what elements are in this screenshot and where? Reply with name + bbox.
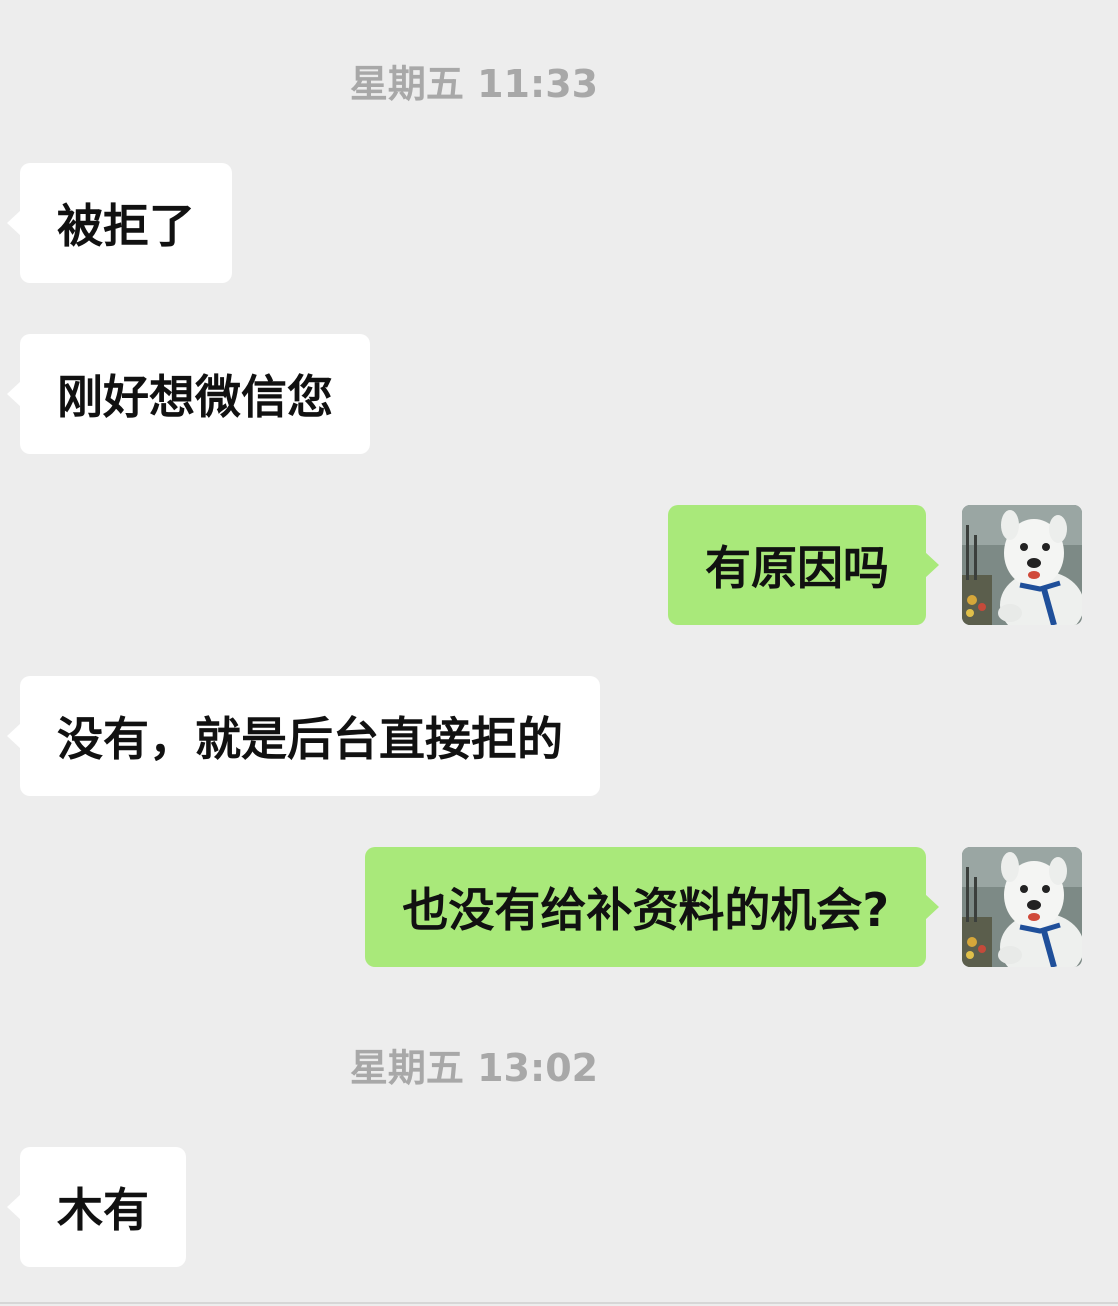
- timestamp: 星期五 11:33: [349, 62, 599, 106]
- incoming-message-bubble[interactable]: 木有: [7, 1147, 186, 1267]
- input-bar-divider: [0, 1302, 1118, 1304]
- chat-message-area[interactable]: 星期五 11:33 被拒了 刚好想微信您 有原因吗 没有，就是后台直接拒的 也没…: [0, 0, 1118, 1306]
- incoming-message-bubble[interactable]: 刚好想微信您: [7, 334, 370, 454]
- avatar[interactable]: [962, 847, 1082, 967]
- cartoon-dog-mascot-icon: [962, 505, 1082, 625]
- incoming-message-bubble[interactable]: 没有，就是后台直接拒的: [7, 676, 600, 796]
- outgoing-message-bubble[interactable]: 也没有给补资料的机会?: [365, 847, 939, 967]
- avatar[interactable]: [962, 505, 1082, 625]
- timestamp: 星期五 13:02: [349, 1046, 599, 1090]
- cartoon-dog-mascot-icon: [962, 847, 1082, 967]
- message-text: 也没有给补资料的机会?: [402, 883, 889, 937]
- outgoing-message-bubble[interactable]: 有原因吗: [668, 505, 939, 625]
- message-text: 没有，就是后台直接拒的: [57, 712, 563, 766]
- incoming-message-bubble[interactable]: 被拒了: [7, 163, 232, 283]
- message-text: 有原因吗: [705, 541, 889, 595]
- message-text: 被拒了: [57, 199, 195, 253]
- message-text: 木有: [57, 1183, 149, 1237]
- message-text: 刚好想微信您: [57, 370, 333, 424]
